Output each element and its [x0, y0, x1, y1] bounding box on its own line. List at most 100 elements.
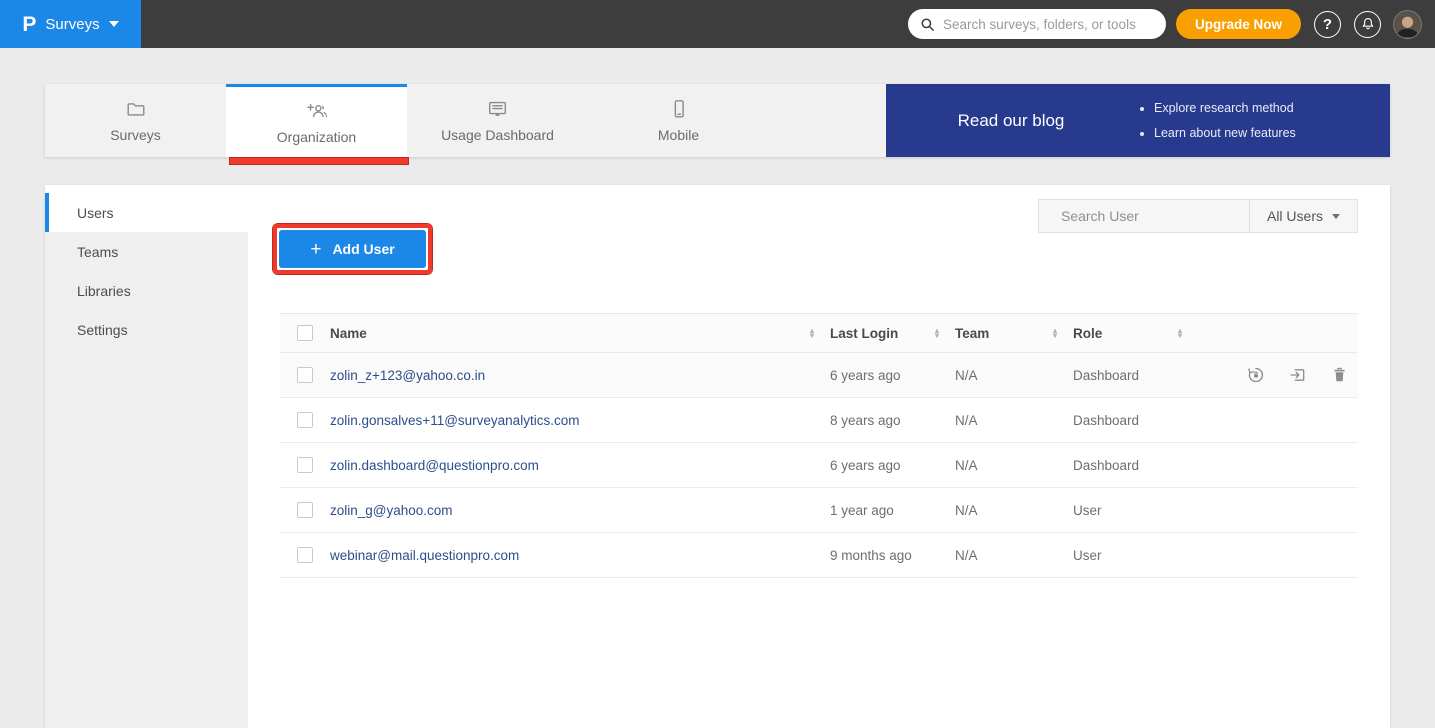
- users-table: Name ▴▾ Last Login ▴▾ Team ▴▾ Role ▴▾ zolin_…: [280, 313, 1358, 578]
- search-user: [1039, 200, 1249, 232]
- bell-icon: [1361, 17, 1375, 31]
- add-user-button[interactable]: + Add User: [279, 230, 426, 268]
- chevron-down-icon: [1332, 214, 1340, 219]
- user-email-link[interactable]: zolin_g@yahoo.com: [330, 503, 453, 518]
- add-group-icon: [305, 100, 329, 122]
- last-login-value: 6 years ago: [830, 458, 955, 473]
- avatar[interactable]: [1393, 10, 1422, 39]
- tabstrip: Surveys Organization Usage Dashboard Mob…: [45, 84, 1390, 157]
- folder-icon: [125, 98, 147, 120]
- sidebar-item-label: Settings: [77, 322, 128, 338]
- topbar: P Surveys Upgrade Now ?: [0, 0, 1435, 48]
- tab-surveys[interactable]: Surveys: [45, 84, 226, 157]
- column-header-role: Role: [1073, 326, 1102, 341]
- reset-password-icon[interactable]: [1247, 366, 1265, 384]
- user-email-link[interactable]: zolin.dashboard@questionpro.com: [330, 458, 539, 473]
- search-user-input[interactable]: [1061, 208, 1242, 224]
- search-icon: [920, 17, 935, 32]
- tabstrip-filler: [769, 84, 886, 157]
- main-card: Users Teams Libraries Settings All Users…: [45, 185, 1390, 728]
- table-header-row: Name ▴▾ Last Login ▴▾ Team ▴▾ Role ▴▾: [280, 313, 1358, 353]
- avatar-silhouette: [1394, 13, 1421, 38]
- tab-mobile-label: Mobile: [658, 127, 699, 143]
- last-login-value: 8 years ago: [830, 413, 955, 428]
- user-email-link[interactable]: zolin.gonsalves+11@surveyanalytics.com: [330, 413, 579, 428]
- table-row: zolin.gonsalves+11@surveyanalytics.com 8…: [280, 398, 1358, 443]
- user-email-link[interactable]: zolin_z+123@yahoo.co.in: [330, 368, 485, 383]
- column-header-name: Name: [330, 326, 367, 341]
- screen: P Surveys Upgrade Now ? Surveys: [0, 0, 1435, 728]
- table-row: webinar@mail.questionpro.com 9 months ag…: [280, 533, 1358, 578]
- blog-banner-bullet: Learn about new features: [1154, 121, 1296, 145]
- sidebar-item-teams[interactable]: Teams: [45, 232, 248, 271]
- sidebar-item-label: Teams: [77, 244, 118, 260]
- tab-organization-label: Organization: [277, 129, 356, 145]
- team-value: N/A: [955, 413, 1073, 428]
- role-value: Dashboard: [1073, 413, 1198, 428]
- sidebar-item-label: Libraries: [77, 283, 131, 299]
- usage-dashboard-icon: [486, 98, 509, 120]
- mobile-icon: [668, 98, 690, 120]
- tab-usage-dashboard[interactable]: Usage Dashboard: [407, 84, 588, 157]
- column-header-last-login: Last Login: [830, 326, 898, 341]
- sidebar-item-label: Users: [77, 205, 114, 221]
- sidebar-top-spacer: [45, 185, 248, 193]
- tab-organization[interactable]: Organization: [226, 84, 407, 157]
- row-checkbox[interactable]: [297, 547, 313, 563]
- blog-banner[interactable]: Read our blog Explore research method Le…: [886, 84, 1390, 157]
- help-icon: ?: [1323, 16, 1332, 33]
- column-header-team: Team: [955, 326, 989, 341]
- table-row: zolin_z+123@yahoo.co.in 6 years ago N/A …: [280, 353, 1358, 398]
- last-login-value: 9 months ago: [830, 548, 955, 563]
- sidebar-item-libraries[interactable]: Libraries: [45, 271, 248, 310]
- last-login-value: 6 years ago: [830, 368, 955, 383]
- tab-surveys-label: Surveys: [110, 127, 161, 143]
- chevron-down-icon: [109, 21, 119, 27]
- questionpro-logo: P: [22, 14, 36, 35]
- row-actions: [1198, 366, 1358, 384]
- global-search-input[interactable]: [943, 17, 1154, 32]
- user-filter-dropdown[interactable]: All Users: [1249, 200, 1357, 232]
- plus-icon: +: [310, 240, 321, 259]
- help-button[interactable]: ?: [1314, 11, 1341, 38]
- sort-icon[interactable]: ▴▾: [1053, 328, 1057, 338]
- product-menu[interactable]: P Surveys: [0, 0, 141, 48]
- team-value: N/A: [955, 503, 1073, 518]
- blog-banner-bullet: Explore research method: [1154, 96, 1296, 120]
- user-filter-label: All Users: [1267, 208, 1323, 224]
- select-all-checkbox[interactable]: [297, 325, 313, 341]
- role-value: Dashboard: [1073, 368, 1198, 383]
- table-row: zolin.dashboard@questionpro.com 6 years …: [280, 443, 1358, 488]
- row-checkbox[interactable]: [297, 457, 313, 473]
- row-checkbox[interactable]: [297, 502, 313, 518]
- team-value: N/A: [955, 458, 1073, 473]
- sidebar: Users Teams Libraries Settings: [45, 185, 248, 728]
- topbar-right: Upgrade Now ?: [908, 9, 1435, 39]
- sort-icon[interactable]: ▴▾: [810, 328, 814, 338]
- annotation-red-underline: [229, 157, 409, 165]
- role-value: User: [1073, 503, 1198, 518]
- role-value: Dashboard: [1073, 458, 1198, 473]
- tab-mobile[interactable]: Mobile: [588, 84, 769, 157]
- user-email-link[interactable]: webinar@mail.questionpro.com: [330, 548, 519, 563]
- sort-icon[interactable]: ▴▾: [935, 328, 939, 338]
- row-checkbox[interactable]: [297, 412, 313, 428]
- sort-icon[interactable]: ▴▾: [1178, 328, 1182, 338]
- team-value: N/A: [955, 368, 1073, 383]
- trash-icon[interactable]: [1331, 366, 1348, 384]
- tab-usage-dashboard-label: Usage Dashboard: [441, 127, 554, 143]
- notifications-button[interactable]: [1354, 11, 1381, 38]
- product-menu-label: Surveys: [45, 16, 99, 33]
- user-filters-bar: All Users: [1038, 199, 1358, 233]
- row-checkbox[interactable]: [297, 367, 313, 383]
- table-row: zolin_g@yahoo.com 1 year ago N/A User: [280, 488, 1358, 533]
- upgrade-now-button[interactable]: Upgrade Now: [1176, 9, 1301, 39]
- sidebar-item-users[interactable]: Users: [45, 193, 248, 232]
- sidebar-item-settings[interactable]: Settings: [45, 310, 248, 349]
- role-value: User: [1073, 548, 1198, 563]
- team-value: N/A: [955, 548, 1073, 563]
- add-user-label: Add User: [332, 241, 394, 257]
- login-as-icon[interactable]: [1289, 366, 1307, 384]
- blog-banner-bullets: Explore research method Learn about new …: [1136, 96, 1296, 145]
- last-login-value: 1 year ago: [830, 503, 955, 518]
